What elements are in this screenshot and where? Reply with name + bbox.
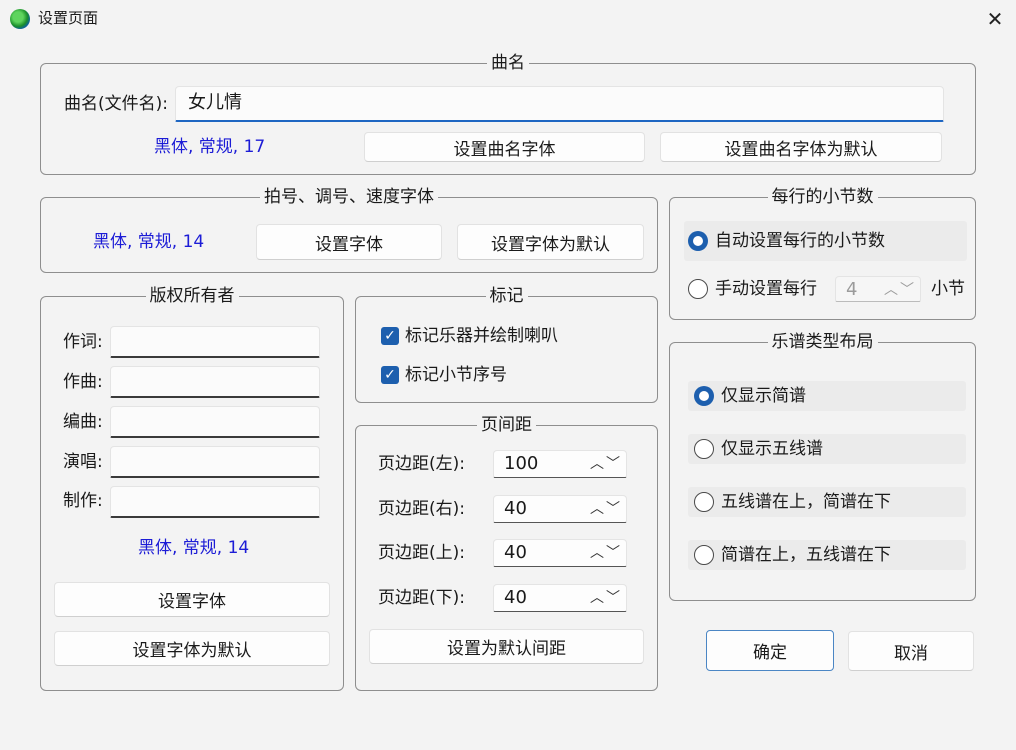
song-name-label: 曲名(文件名): [64, 94, 168, 114]
measures-group-title: 每行的小节数 [767, 187, 878, 207]
layout-group-title: 乐谱类型布局 [767, 332, 878, 352]
copyright-group-title: 版权所有者 [145, 286, 239, 306]
margin-top-value: 40 [504, 542, 527, 563]
song-name-input[interactable]: 女儿情 [175, 86, 944, 122]
arranger-label: 编曲: [63, 412, 103, 432]
margin-bottom-value: 40 [504, 587, 527, 608]
producer-input[interactable] [110, 486, 320, 518]
layout-jianpu-only-label: 仅显示简谱 [721, 386, 806, 406]
manual-measures-radio[interactable] [688, 279, 708, 299]
margin-bottom-label: 页边距(下): [378, 588, 465, 608]
song-name-font-info: 黑体, 常规, 17 [154, 137, 266, 157]
layout-staff-above-radio[interactable] [694, 492, 714, 512]
song-name-group-title: 曲名 [487, 53, 529, 73]
layout-staff-only-label: 仅显示五线谱 [721, 439, 823, 459]
cancel-button[interactable]: 取消 [848, 631, 974, 671]
auto-measures-label: 自动设置每行的小节数 [715, 231, 885, 251]
ok-button[interactable]: 确定 [706, 630, 834, 671]
set-song-name-font-button[interactable]: 设置曲名字体 [364, 132, 645, 162]
song-name-value: 女儿情 [188, 92, 242, 113]
lyricist-input[interactable] [110, 326, 320, 358]
layout-staff-above-label: 五线谱在上，简谱在下 [721, 492, 891, 512]
margin-right-label: 页边距(右): [378, 499, 465, 519]
margin-top-stepper[interactable]: 40 ︿﹀ [493, 539, 627, 567]
marks-group-title: 标记 [485, 286, 528, 306]
singer-input[interactable] [110, 446, 320, 478]
up-down-arrows-icon[interactable]: ︿﹀ [590, 540, 622, 566]
margin-left-value: 100 [504, 453, 539, 474]
default-margins-button[interactable]: 设置为默认间距 [369, 629, 644, 664]
margin-right-value: 40 [504, 498, 527, 519]
up-down-arrows-icon: ︿﹀ [884, 282, 916, 298]
layout-jianpu-above-label: 简谱在上，五线谱在下 [721, 545, 891, 565]
beat-key-font-group-title: 拍号、调号、速度字体 [260, 187, 438, 207]
mark-instrument-label: 标记乐器并绘制喇叭 [405, 326, 558, 346]
singer-label: 演唱: [63, 452, 103, 472]
margin-bottom-stepper[interactable]: 40 ︿﹀ [493, 584, 627, 612]
set-copyright-font-default-button[interactable]: 设置字体为默认 [54, 631, 330, 666]
set-beat-key-font-default-button[interactable]: 设置字体为默认 [457, 224, 644, 260]
mark-measure-number-checkbox[interactable]: ✓ [381, 366, 399, 384]
mark-measure-number-label: 标记小节序号 [405, 365, 507, 385]
mark-instrument-checkbox[interactable]: ✓ [381, 327, 399, 345]
globe-app-icon [10, 9, 30, 29]
composer-label: 作曲: [63, 372, 103, 392]
margin-left-label: 页边距(左): [378, 454, 465, 474]
arranger-input[interactable] [110, 406, 320, 438]
composer-input[interactable] [110, 366, 320, 398]
up-down-arrows-icon[interactable]: ︿﹀ [590, 585, 622, 611]
close-icon: ✕ [986, 7, 1004, 31]
measures-per-line-value: 4 [846, 279, 858, 300]
layout-staff-only-radio[interactable] [694, 439, 714, 459]
margin-left-stepper[interactable]: 100 ︿﹀ [493, 450, 627, 478]
up-down-arrows-icon[interactable]: ︿﹀ [590, 451, 622, 477]
window-title: 设置页面 [38, 9, 99, 27]
auto-measures-radio[interactable] [688, 231, 708, 251]
layout-jianpu-above-radio[interactable] [694, 545, 714, 565]
up-down-arrows-icon[interactable]: ︿﹀ [590, 496, 622, 522]
title-bar [0, 0, 1016, 38]
set-copyright-font-button[interactable]: 设置字体 [54, 582, 330, 617]
beat-key-font-info: 黑体, 常规, 14 [93, 232, 205, 252]
producer-label: 制作: [63, 491, 103, 511]
measures-unit-label: 小节 [931, 279, 965, 299]
manual-measures-label: 手动设置每行 [715, 279, 817, 299]
close-button[interactable]: ✕ [974, 0, 1016, 38]
copyright-font-info: 黑体, 常规, 14 [138, 538, 250, 558]
margins-group-title: 页间距 [477, 415, 536, 435]
lyricist-label: 作词: [63, 332, 103, 352]
margin-top-label: 页边距(上): [378, 543, 465, 563]
measures-per-line-stepper[interactable]: 4 ︿﹀ [835, 276, 921, 302]
margin-right-stepper[interactable]: 40 ︿﹀ [493, 495, 627, 523]
layout-jianpu-only-radio[interactable] [694, 386, 714, 406]
set-song-name-font-default-button[interactable]: 设置曲名字体为默认 [660, 132, 942, 162]
set-beat-key-font-button[interactable]: 设置字体 [256, 224, 442, 260]
